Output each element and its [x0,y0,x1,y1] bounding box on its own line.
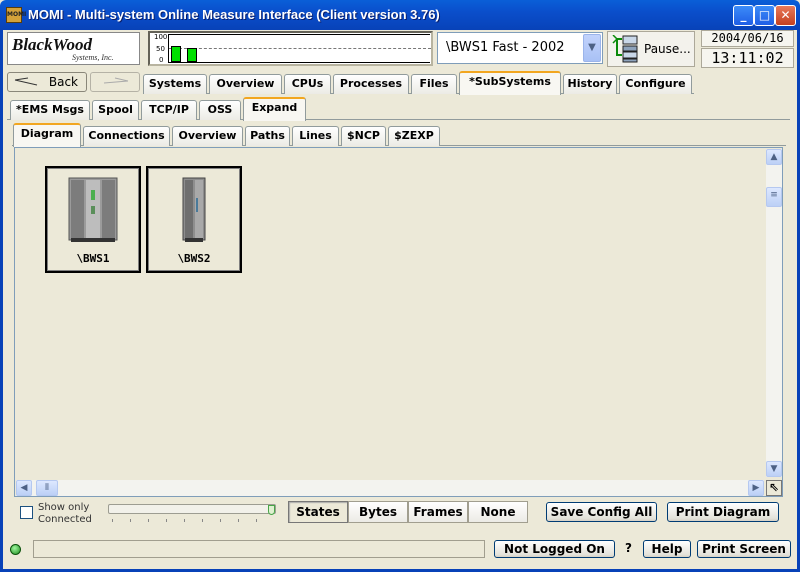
scroll-thumb-vertical[interactable]: ≡ [766,187,782,207]
tab-tcpip[interactable]: TCP/IP [141,100,197,120]
logo-subtext: Systems, Inc. [72,53,114,62]
connection-status-icon [10,544,21,555]
system-select-value: \BWS1 Fast - 2002 [446,40,565,55]
help-button[interactable]: Help [643,540,691,558]
zoom-slider[interactable] [106,502,276,526]
node-bws2[interactable]: \BWS2 [146,166,242,273]
scroll-thumb-horizontal[interactable]: ⦀ [36,480,58,496]
chevron-down-icon[interactable]: ▼ [583,34,601,62]
scroll-left-icon[interactable]: ◀ [16,480,32,496]
app-icon[interactable]: MOMI [6,7,26,23]
tab-history[interactable]: History [563,74,617,94]
close-icon: ✕ [780,8,791,22]
system-select[interactable]: \BWS1 Fast - 2002 ▼ [437,32,603,64]
logo-text: BlackWood [12,35,92,54]
gauge-tick-0: 0 [159,56,164,64]
mode-frames-button[interactable]: Frames [408,501,468,523]
gauge-tick-50: 50 [156,45,165,53]
gauge-plot [168,34,431,63]
minimize-button[interactable]: _ [733,5,754,26]
scroll-down-icon[interactable]: ▼ [766,461,782,477]
computers-link-icon [612,35,638,63]
gauge-bar [171,46,181,62]
back-arrow-icon [14,77,38,86]
server-tower-icon [182,177,206,242]
gauge-tick-100: 100 [154,33,168,41]
node-bws1[interactable]: \BWS1 [45,166,141,273]
status-message-field [33,540,485,558]
window-title: MOMI - Multi-system Online Measure Inter… [28,7,440,22]
tab-overview[interactable]: Overview [209,74,282,94]
scroll-up-icon[interactable]: ▲ [766,149,782,165]
forward-arrow-icon [103,77,129,84]
tab-oss[interactable]: OSS [199,100,241,120]
tab-diagram[interactable]: Diagram [13,123,81,147]
tab-spool[interactable]: Spool [92,100,139,120]
gauge-bar [187,48,197,62]
mode-states-button[interactable]: States [288,501,348,523]
slider-ticks [112,519,274,522]
diagram-canvas[interactable]: \BWS1 \BWS2 [14,147,783,497]
mode-bytes-button[interactable]: Bytes [348,501,408,523]
tab-expand[interactable]: Expand [243,97,306,121]
time-display: 13:11:02 [701,48,794,68]
tab-paths[interactable]: Paths [245,126,290,146]
print-diagram-button[interactable]: Print Diagram [667,502,779,522]
tab-cpus[interactable]: CPUs [284,74,331,94]
slider-thumb[interactable] [268,505,275,515]
pause-label: Pause... [644,42,691,56]
login-status-button[interactable]: Not Logged On [494,540,615,558]
cpu-gauge: 100 50 0 [148,31,433,66]
help-question-icon: ? [625,541,632,555]
node-label: \BWS2 [177,252,211,265]
gauge-midline [169,48,431,49]
tab-configure[interactable]: Configure [619,74,692,94]
company-logo: BlackWood Systems, Inc. [7,32,140,65]
tab-lines[interactable]: Lines [292,126,339,146]
tab-view-overview[interactable]: Overview [172,126,243,146]
pause-button[interactable]: Pause... [607,31,695,67]
close-button[interactable]: ✕ [775,5,796,26]
tab-connections[interactable]: Connections [83,126,170,146]
tab-files[interactable]: Files [411,74,457,94]
node-label: \BWS1 [76,252,110,265]
tab-systems[interactable]: Systems [143,74,207,94]
back-label: Back [48,75,78,89]
tab-ncp[interactable]: $NCP [341,126,386,146]
mode-none-button[interactable]: None [468,501,528,523]
back-button[interactable]: Back [7,72,87,92]
maximize-button[interactable]: □ [754,5,775,26]
forward-button[interactable] [90,72,140,92]
tab-zexp[interactable]: $ZEXP [388,126,440,146]
maximize-icon: □ [758,8,771,22]
date-display: 2004/06/16 [701,30,794,47]
server-cabinet-icon [68,177,118,242]
tab-ems-msgs[interactable]: *EMS Msgs [10,100,90,120]
slider-track [108,504,276,514]
minimize-icon: _ [740,8,747,22]
horizontal-scrollbar[interactable]: ◀ ⦀ ▶ [16,480,764,496]
show-only-connected-checkbox[interactable] [20,506,33,519]
resize-arrow-icon[interactable]: ⇖ [766,480,782,496]
tab-subsystems[interactable]: *SubSystems [459,71,561,95]
print-screen-button[interactable]: Print Screen [697,540,791,558]
tab-processes[interactable]: Processes [333,74,409,94]
scroll-right-icon[interactable]: ▶ [748,480,764,496]
show-only-connected-label: Show only Connected [38,502,92,525]
vertical-scrollbar[interactable]: ▲ ≡ ▼ [766,149,782,477]
save-config-all-button[interactable]: Save Config All [546,502,657,522]
